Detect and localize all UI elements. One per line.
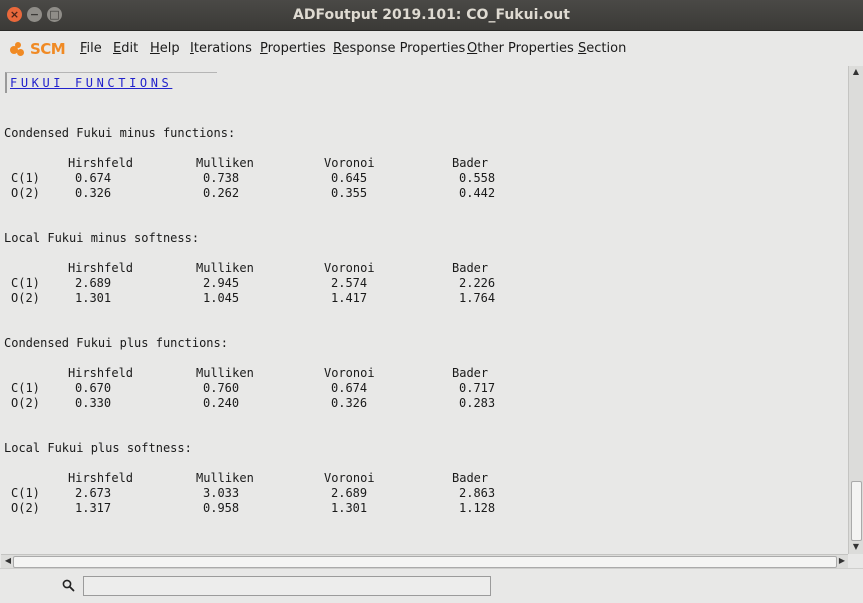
col-header-mulliken: Mulliken xyxy=(196,366,254,380)
value-cell: 0.558 xyxy=(459,171,496,185)
value-cell: 0.442 xyxy=(459,186,496,200)
search-bar xyxy=(0,568,863,603)
value-cell: 0.670 xyxy=(75,381,112,395)
value-cell: 1.128 xyxy=(459,501,496,515)
scm-logo-icon xyxy=(10,41,30,57)
value-cell: 2.574 xyxy=(331,276,368,290)
vertical-scroll-thumb[interactable] xyxy=(851,481,862,541)
value-cell: 0.326 xyxy=(75,186,112,200)
menu-other-properties-mnemonic: O xyxy=(467,41,478,56)
horizontal-scrollbar[interactable]: ◀ ▶ xyxy=(1,554,848,568)
value-cell: 1.045 xyxy=(203,291,240,305)
menu-other-properties-rest: ther Properties xyxy=(477,41,574,56)
section-title: Condensed Fukui minus functions: xyxy=(4,126,236,140)
value-cell: 0.283 xyxy=(459,396,496,410)
col-header-mulliken: Mulliken xyxy=(196,471,254,485)
col-header-hirshfeld: Hirshfeld xyxy=(68,366,134,380)
value-cell: 1.301 xyxy=(331,501,368,515)
search-input[interactable] xyxy=(83,576,491,596)
scm-logo[interactable]: SCM xyxy=(10,40,66,58)
col-header-hirshfeld: Hirshfeld xyxy=(68,471,134,485)
value-cell: 0.738 xyxy=(203,171,240,185)
col-header-hirshfeld: Hirshfeld xyxy=(68,156,134,170)
atom-label: C(1) xyxy=(11,171,40,185)
menu-file-rest: ile xyxy=(86,41,102,56)
value-cell: 0.355 xyxy=(331,186,368,200)
section-title: Condensed Fukui plus functions: xyxy=(4,336,228,350)
col-header-voronoi: Voronoi xyxy=(324,471,375,485)
atom-label: C(1) xyxy=(11,381,40,395)
menu-section[interactable]: Section xyxy=(578,41,626,56)
menu-edit-rest: dit xyxy=(121,41,139,56)
menu-edit[interactable]: Edit xyxy=(113,41,138,56)
menu-help-mnemonic: H xyxy=(150,41,160,56)
vertical-scrollbar[interactable]: ▲ ▼ xyxy=(848,66,863,554)
menu-response-properties-rest: esponse Properties xyxy=(341,41,466,56)
col-header-voronoi: Voronoi xyxy=(324,366,375,380)
scroll-right-arrow-icon[interactable]: ▶ xyxy=(835,555,849,567)
menu-iterations[interactable]: Iterations xyxy=(190,41,252,56)
value-cell: 2.689 xyxy=(331,486,368,500)
scroll-up-arrow-icon[interactable]: ▲ xyxy=(849,66,863,78)
value-cell: 0.645 xyxy=(331,171,368,185)
menu-properties-rest: roperties xyxy=(267,41,326,56)
scroll-down-arrow-icon[interactable]: ▼ xyxy=(849,541,863,553)
search-icon xyxy=(62,579,75,592)
menu-properties[interactable]: Properties xyxy=(260,41,326,56)
menu-properties-mnemonic: P xyxy=(260,41,268,56)
window-title: ADFoutput 2019.101: CO_Fukui.out xyxy=(293,7,570,23)
value-cell: 0.326 xyxy=(331,396,368,410)
col-header-voronoi: Voronoi xyxy=(324,261,375,275)
menu-iterations-rest: terations xyxy=(193,41,252,56)
menu-response-properties[interactable]: Response Properties xyxy=(333,41,465,56)
col-header-mulliken: Mulliken xyxy=(196,156,254,170)
atom-label: O(2) xyxy=(11,186,40,200)
scm-logo-text: SCM xyxy=(30,40,66,58)
atom-label: O(2) xyxy=(11,501,40,515)
value-cell: 0.760 xyxy=(203,381,240,395)
menu-help[interactable]: Help xyxy=(150,41,180,56)
col-header-bader: Bader xyxy=(452,156,489,170)
col-header-hirshfeld: Hirshfeld xyxy=(68,261,134,275)
menu-help-rest: elp xyxy=(159,41,180,56)
value-cell: 0.262 xyxy=(203,186,240,200)
fukui-functions-link[interactable]: FUKUI FUNCTIONS xyxy=(10,76,172,90)
menu-other-properties[interactable]: Other Properties xyxy=(467,41,574,56)
section-title: Local Fukui plus softness: xyxy=(4,441,192,455)
value-cell: 2.689 xyxy=(75,276,112,290)
value-cell: 1.317 xyxy=(75,501,112,515)
atom-label: O(2) xyxy=(11,396,40,410)
value-cell: 1.301 xyxy=(75,291,112,305)
value-cell: 0.240 xyxy=(203,396,240,410)
value-cell: 0.674 xyxy=(75,171,112,185)
value-cell: 1.764 xyxy=(459,291,496,305)
atom-label: O(2) xyxy=(11,291,40,305)
atom-label: C(1) xyxy=(11,486,40,500)
menu-bar: SCM File Edit Help Iterations Properties… xyxy=(0,31,863,65)
menu-edit-mnemonic: E xyxy=(113,41,122,56)
atom-label: C(1) xyxy=(11,276,40,290)
value-cell: 2.945 xyxy=(203,276,240,290)
value-cell: 2.863 xyxy=(459,486,496,500)
section-title: Local Fukui minus softness: xyxy=(4,231,200,245)
value-cell: 0.330 xyxy=(75,396,112,410)
col-header-bader: Bader xyxy=(452,261,489,275)
title-bar: × − □ ADFoutput 2019.101: CO_Fukui.out xyxy=(0,0,863,31)
menu-section-rest: ection xyxy=(586,41,627,56)
value-cell: 1.417 xyxy=(331,291,368,305)
horizontal-scroll-thumb[interactable] xyxy=(13,556,837,568)
col-header-mulliken: Mulliken xyxy=(196,261,254,275)
menu-file[interactable]: File xyxy=(80,41,102,56)
value-cell: 2.226 xyxy=(459,276,496,290)
output-text-area[interactable]: FUKUI FUNCTIONS Condensed Fukui minus fu… xyxy=(1,66,848,554)
value-cell: 2.673 xyxy=(75,486,112,500)
col-header-bader: Bader xyxy=(452,471,489,485)
value-cell: 3.033 xyxy=(203,486,240,500)
col-header-voronoi: Voronoi xyxy=(324,156,375,170)
value-cell: 0.674 xyxy=(331,381,368,395)
col-header-bader: Bader xyxy=(452,366,489,380)
value-cell: 0.958 xyxy=(203,501,240,515)
value-cell: 0.717 xyxy=(459,381,496,395)
